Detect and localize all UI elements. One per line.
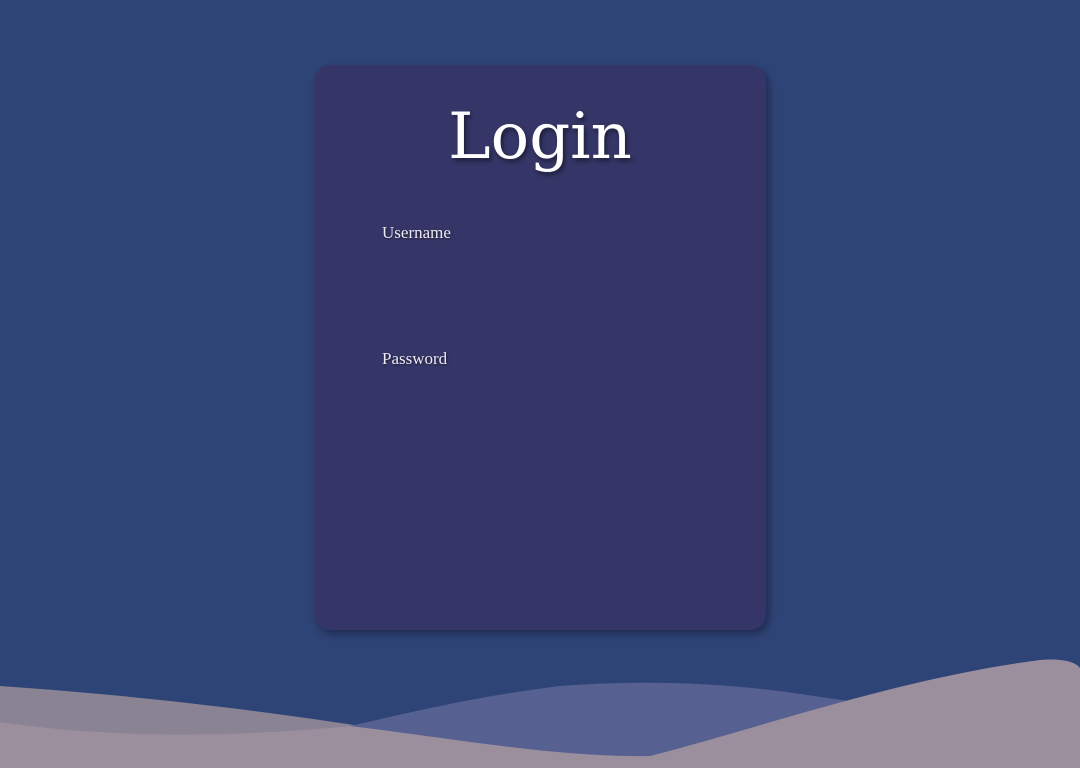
password-input[interactable] — [382, 376, 698, 412]
login-title: Login — [448, 100, 632, 174]
username-label: Username — [382, 223, 451, 242]
password-field: Password — [382, 348, 698, 412]
username-field: Username — [382, 222, 698, 286]
login-card: Login Username Password — [314, 65, 766, 630]
password-label: Password — [382, 349, 448, 368]
background-waves — [0, 659, 1080, 768]
username-input[interactable] — [382, 250, 698, 286]
